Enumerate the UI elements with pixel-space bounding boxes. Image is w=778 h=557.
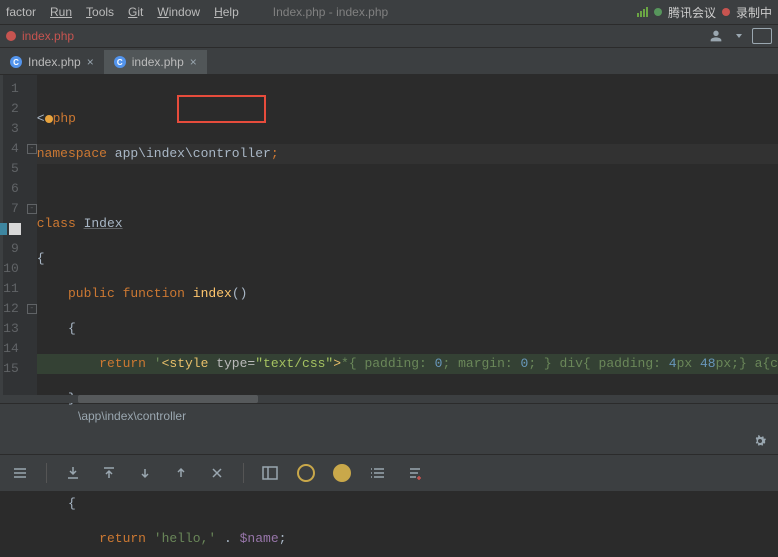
line-number: 12 (3, 299, 27, 319)
line-number: 9 (3, 239, 27, 259)
code-line (37, 179, 778, 199)
code-line: { (37, 249, 778, 269)
marker-blue-icon (0, 223, 7, 235)
signal-bars-icon (637, 7, 648, 17)
marker-white-icon (9, 223, 21, 235)
line-number: 11 (3, 279, 27, 299)
close-icon[interactable]: × (190, 55, 197, 69)
code-line: <php (37, 109, 778, 129)
editor-area: 1 2 3 4 5 6 7 8 9 10 11 12 13 14 15 - - … (0, 75, 778, 395)
code-line: { (37, 494, 778, 514)
code-line: return 'hello,' . $name; (37, 529, 778, 549)
main-menu-bar: factor Run Tools Git Window Help Index.p… (0, 0, 778, 25)
menu-item-help[interactable]: Help (214, 5, 239, 19)
code-line: class Index (37, 214, 778, 234)
code-line: return '<style type="text/css">*{ paddin… (37, 354, 778, 374)
php-file-icon (6, 31, 16, 41)
php-circle-icon: C (10, 56, 22, 68)
horizontal-scrollbar[interactable] (0, 395, 778, 403)
target-outline-icon[interactable] (296, 463, 316, 483)
line-number: 6 (3, 179, 27, 199)
menu-lines-icon[interactable] (10, 463, 30, 483)
list-add-icon[interactable] (404, 463, 424, 483)
line-number: 13 (3, 319, 27, 339)
line-number: 5 (3, 159, 27, 179)
scrollbar-thumb[interactable] (78, 395, 258, 403)
editor-tab-bar: C Index.php × C index.php × (0, 48, 778, 75)
hint-dot-icon (45, 115, 53, 123)
tab-label: index.php (132, 55, 184, 69)
green-dot-icon (654, 8, 662, 16)
nav-bar: index.php (0, 25, 778, 48)
status-indicators: 腾讯会议 录制中 (637, 4, 772, 21)
fold-gutter: - - - (27, 75, 37, 395)
fold-toggle-icon[interactable]: - (27, 204, 37, 214)
php-circle-icon: C (114, 56, 126, 68)
code-line: namespace app\index\controller; (37, 144, 778, 164)
menu-item-window[interactable]: Window (157, 5, 200, 19)
line-number-gutter: 1 2 3 4 5 6 7 8 9 10 11 12 13 14 15 (3, 75, 27, 395)
line-number: 7 (3, 199, 27, 219)
window-title: Index.php - index.php (253, 5, 637, 19)
line-number: 1 (3, 79, 27, 99)
code-line: public function index() (37, 284, 778, 304)
line-number: 8 (3, 219, 27, 239)
tab-index-php-2[interactable]: C index.php × (104, 50, 207, 74)
tab-index-php-1[interactable]: C Index.php × (0, 50, 104, 74)
window-overlay-icon[interactable] (752, 28, 772, 44)
kill-icon[interactable] (207, 463, 227, 483)
line-number: 3 (3, 119, 27, 139)
meeting-label: 腾讯会议 (668, 4, 716, 21)
arrow-up-icon[interactable] (171, 463, 191, 483)
arrow-down-icon[interactable] (135, 463, 155, 483)
line-number: 10 (3, 259, 27, 279)
layout-panel-icon[interactable] (260, 463, 280, 483)
target-solid-icon[interactable] (332, 463, 352, 483)
line-number: 15 (3, 359, 27, 379)
code-editor[interactable]: <php namespace app\index\controller; cla… (37, 75, 778, 395)
upload-icon[interactable] (99, 463, 119, 483)
bottom-toolbar (0, 454, 778, 491)
line-number: 4 (3, 139, 27, 159)
download-icon[interactable] (63, 463, 83, 483)
close-icon[interactable]: × (87, 55, 94, 69)
chevron-down-icon[interactable] (736, 34, 742, 38)
tab-label: Index.php (28, 55, 81, 69)
menu-item-run[interactable]: Run (50, 5, 72, 19)
menu-item-git[interactable]: Git (128, 5, 143, 19)
breadcrumb-file[interactable]: index.php (22, 29, 74, 43)
record-dot-icon (722, 8, 730, 16)
menu-item-refactor[interactable]: factor (6, 5, 36, 19)
list-icon[interactable] (368, 463, 388, 483)
user-icon[interactable] (708, 28, 724, 44)
code-line: { (37, 319, 778, 339)
menu-item-tools[interactable]: Tools (86, 5, 114, 19)
recording-label: 录制中 (736, 4, 772, 21)
fold-toggle-icon[interactable]: - (27, 304, 37, 314)
fold-toggle-icon[interactable]: - (27, 144, 37, 154)
gear-icon[interactable] (752, 433, 768, 449)
line-number: 14 (3, 339, 27, 359)
line-number: 2 (3, 99, 27, 119)
